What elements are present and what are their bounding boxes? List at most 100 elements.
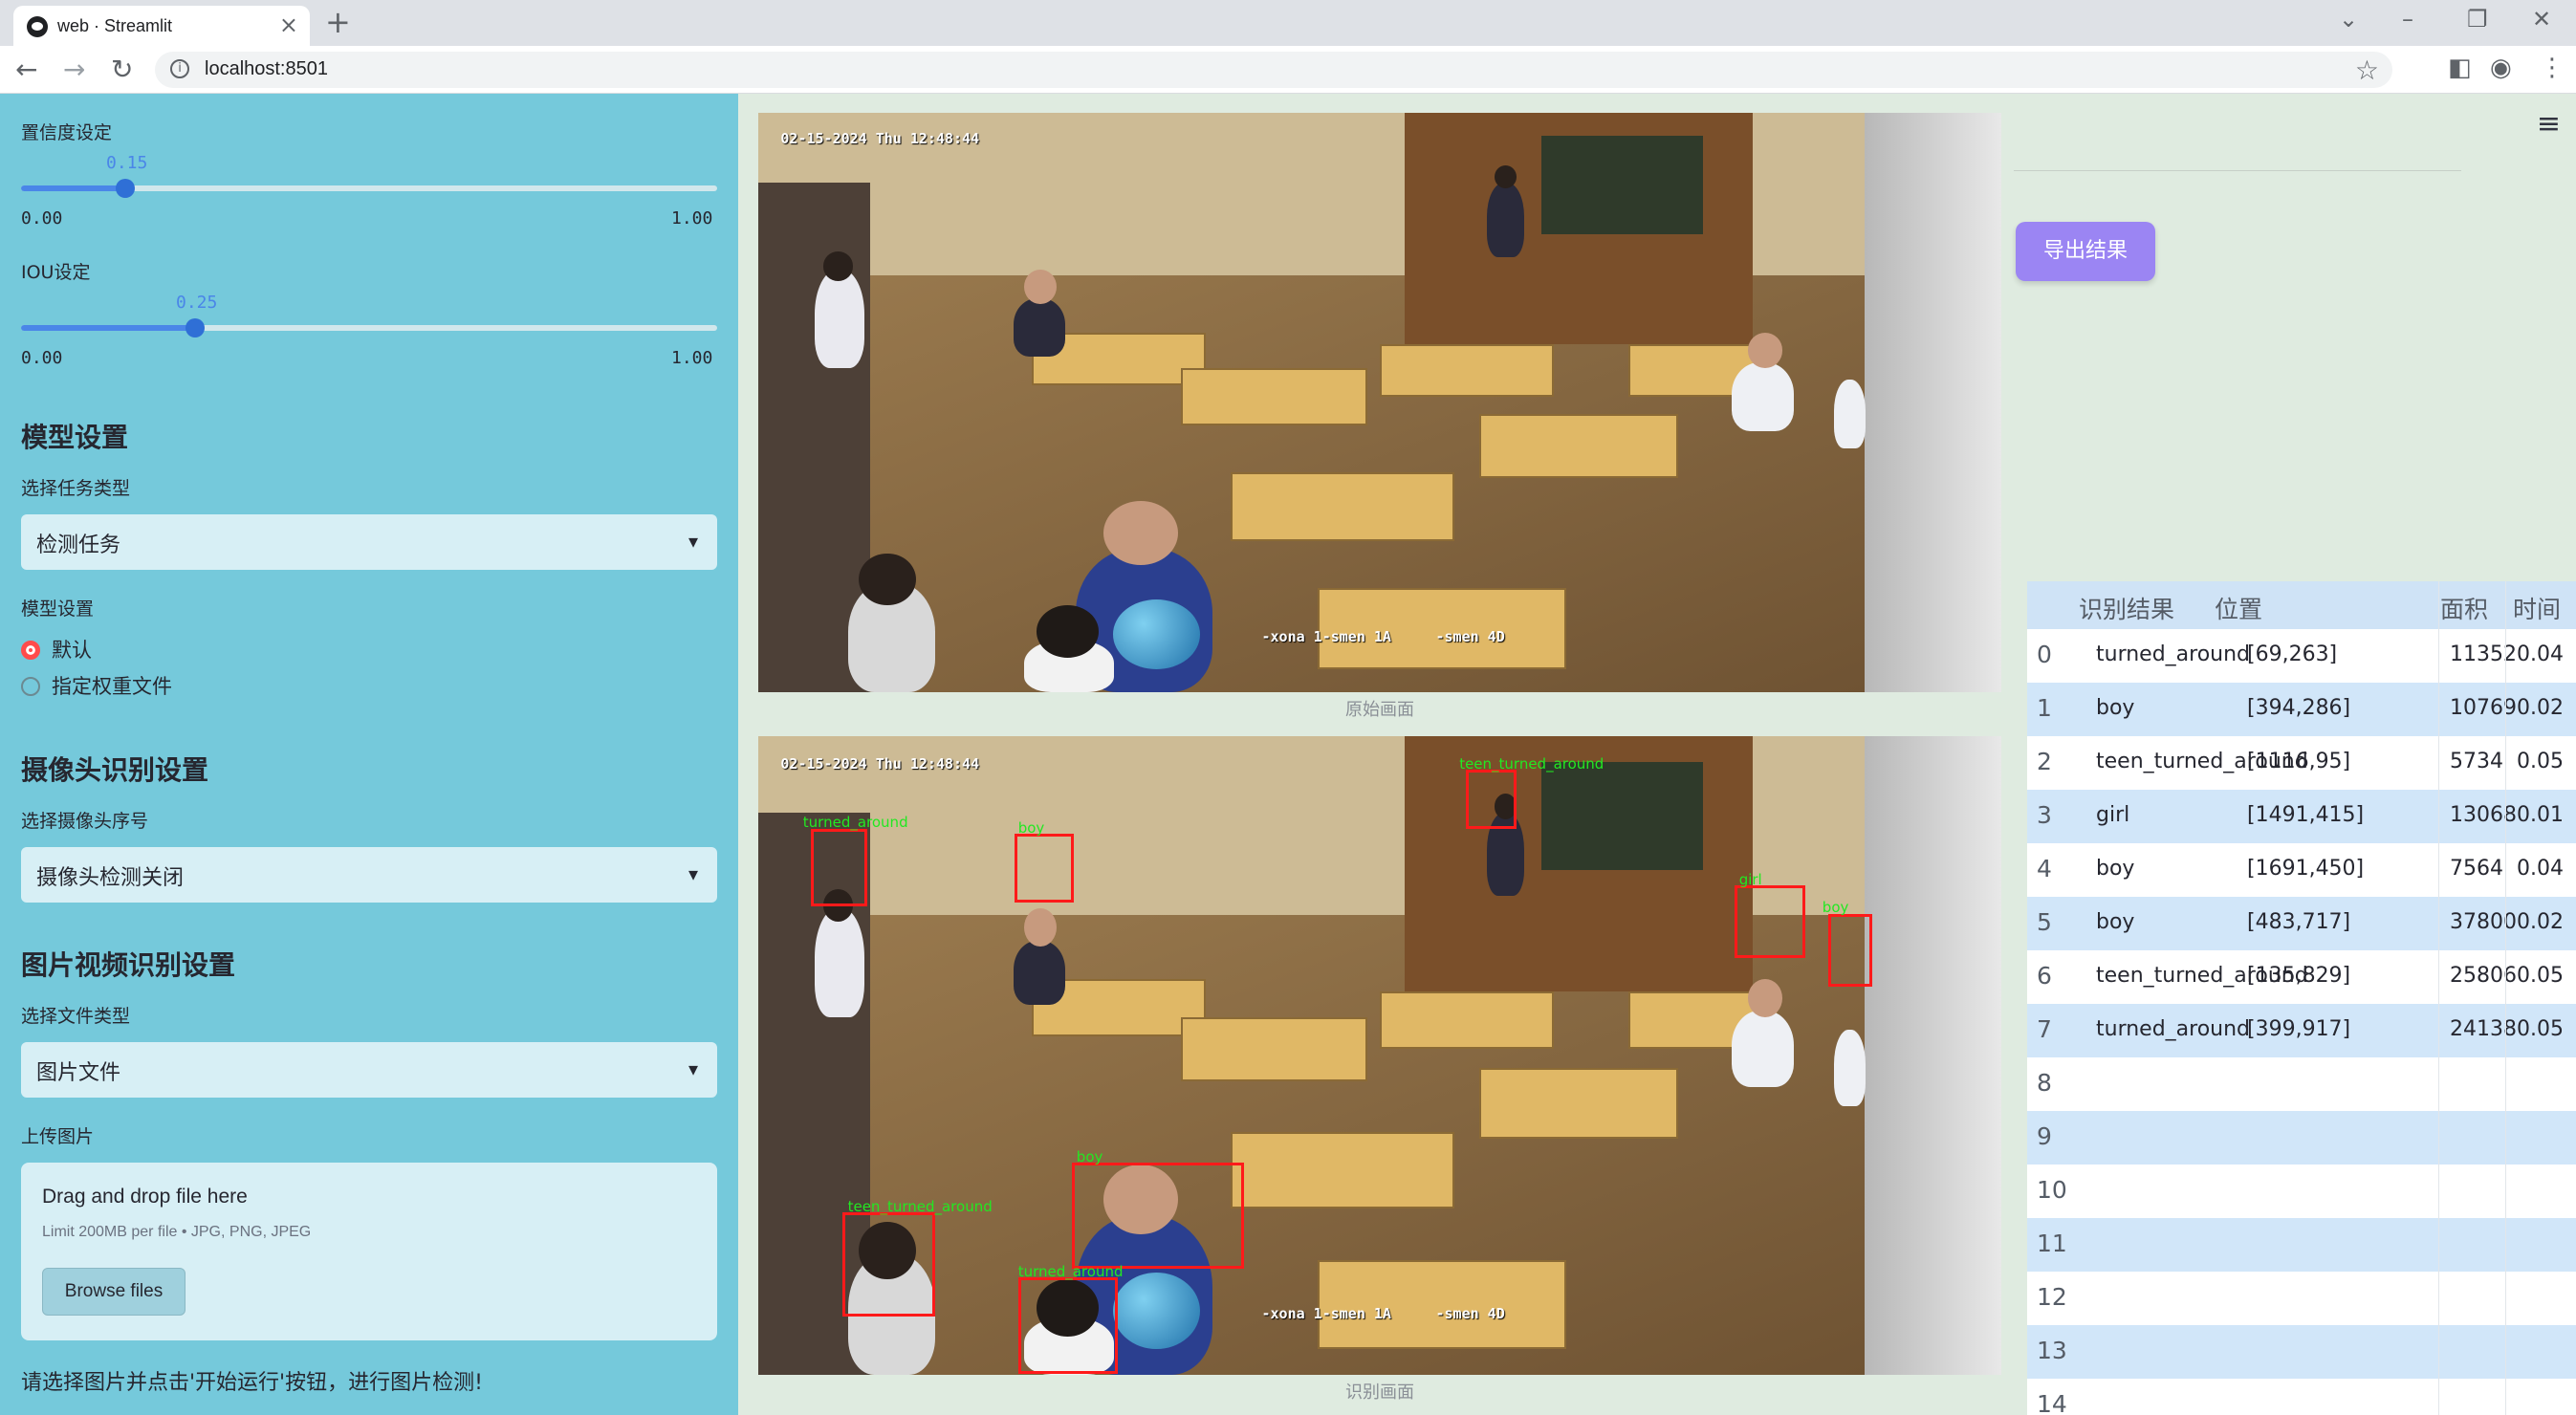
file-dropzone[interactable]: Drag and drop file here Limit 200MB per … [21, 1163, 717, 1340]
table-row[interactable]: 8 [2027, 1057, 2576, 1111]
detection-box [1734, 885, 1805, 958]
column-header[interactable]: 面积 [2440, 591, 2488, 625]
time-cell: 0.01 [2517, 803, 2564, 827]
time-cell: 0.05 [2517, 1017, 2564, 1041]
profile-icon[interactable]: ◉ [2490, 54, 2512, 82]
site-info-icon[interactable]: i [170, 59, 189, 78]
camera-settings-heading: 摄像头识别设置 [21, 754, 209, 786]
row-index: 13 [2037, 1337, 2067, 1364]
position-cell: [69,263] [2247, 642, 2338, 666]
camera-select[interactable]: 摄像头检测关闭 ▾ [21, 847, 717, 903]
browser-tab-bar: web · Streamlit × + ⌄ – ❐ ✕ [0, 0, 2576, 46]
original-image: 02-15-2024 Thu 12:48:44 -xona 1-smen 1A … [758, 113, 2001, 692]
position-cell: [1691,450] [2247, 857, 2365, 881]
time-cell: 0.04 [2517, 642, 2564, 666]
chevron-down-icon: ▾ [688, 530, 698, 553]
model-config-label: 模型设置 [21, 599, 95, 620]
new-tab-icon[interactable]: + [325, 4, 351, 40]
reload-icon[interactable]: ↻ [111, 54, 133, 85]
radio-unselected-icon [21, 677, 40, 696]
radio-custom-weights[interactable]: 指定权重文件 [21, 671, 172, 700]
table-row[interactable]: 0 turned_around [69,263] 11352 0.04 [2027, 629, 2576, 683]
forward-icon[interactable]: → [63, 54, 85, 85]
iou-slider[interactable] [21, 318, 717, 337]
column-header[interactable]: 位置 [2215, 591, 2262, 625]
table-row[interactable]: 14 [2027, 1379, 2576, 1415]
detection-label: teen_turned_around [1459, 755, 1605, 773]
row-index: 14 [2037, 1390, 2067, 1415]
time-cell: 0.02 [2517, 696, 2564, 720]
browser-menu-icon[interactable]: ⋮ [2540, 54, 2565, 82]
hamburger-menu-icon[interactable]: ≡ [2537, 107, 2561, 141]
table-row[interactable]: 6 teen_turned_around [135,829] 25806 0.05 [2027, 950, 2576, 1004]
result-cell: girl [2096, 803, 2130, 827]
divider [2014, 170, 2461, 171]
table-row[interactable]: 2 teen_turned_around [1116,95] 5734 0.05 [2027, 736, 2576, 790]
detection-box [810, 828, 868, 907]
position-cell: [1116,95] [2247, 750, 2351, 773]
close-window-icon[interactable]: ✕ [2532, 6, 2551, 33]
position-cell: [394,286] [2247, 696, 2351, 720]
area-cell: 24138 [2450, 1017, 2517, 1041]
restore-icon[interactable]: ❐ [2467, 6, 2488, 33]
row-index: 5 [2037, 908, 2052, 936]
column-header[interactable]: 时间 [2513, 591, 2561, 625]
row-index: 3 [2037, 801, 2052, 829]
minimize-icon[interactable]: – [2402, 6, 2413, 33]
back-icon[interactable]: ← [15, 54, 37, 85]
time-cell: 0.02 [2517, 910, 2564, 934]
row-index: 1 [2037, 694, 2052, 722]
iou-max: 1.00 [671, 348, 713, 368]
result-cell: boy [2096, 696, 2135, 720]
iou-min: 0.00 [21, 348, 63, 368]
row-index: 9 [2037, 1122, 2052, 1150]
detection-box [1014, 834, 1075, 903]
table-row[interactable]: 13 [2027, 1325, 2576, 1379]
result-image: 02-15-2024 Thu 12:48:44 -xona 1-smen 1A … [758, 736, 2001, 1375]
dropzone-title: Drag and drop file here [42, 1186, 248, 1208]
results-table[interactable]: 识别结果 位置 面积 时间 0 turned_around [69,263] 1135… [2027, 581, 2576, 1415]
tab-search-icon[interactable]: ⌄ [2339, 6, 2358, 33]
table-row[interactable]: 10 [2027, 1165, 2576, 1218]
iou-slider-thumb[interactable] [186, 318, 205, 337]
position-cell: [1491,415] [2247, 803, 2365, 827]
detection-box [1465, 769, 1517, 829]
table-row[interactable]: 3 girl [1491,415] 13068 0.01 [2027, 790, 2576, 843]
table-row[interactable]: 5 boy [483,717] 37800 0.02 [2027, 897, 2576, 950]
export-results-button[interactable]: 导出结果 [2016, 222, 2155, 281]
browse-files-button[interactable]: Browse files [42, 1268, 186, 1316]
omnibox[interactable]: i localhost:8501 ☆ [155, 52, 2392, 88]
confidence-max: 1.00 [671, 208, 713, 229]
url-text: localhost:8501 [205, 58, 328, 79]
sidebar: 置信度设定 0.15 0.00 1.00 IOU设定 0.25 0.00 1.0… [0, 94, 738, 1415]
iou-value: 0.25 [176, 293, 218, 313]
table-row[interactable]: 1 boy [394,286] 10769 0.02 [2027, 683, 2576, 736]
area-cell: 13068 [2450, 803, 2517, 827]
detection-box [1828, 913, 1872, 987]
file-type-select[interactable]: 图片文件 ▾ [21, 1042, 717, 1098]
detection-label: turned_around [802, 814, 908, 832]
tab-close-icon[interactable]: × [279, 11, 298, 38]
table-row[interactable]: 11 [2027, 1218, 2576, 1272]
table-row[interactable]: 7 turned_around [399,917] 24138 0.05 [2027, 1004, 2576, 1057]
camera-timestamp: 02-15-2024 Thu 12:48:44 [780, 755, 980, 773]
table-row[interactable]: 9 [2027, 1111, 2576, 1165]
bookmark-star-icon[interactable]: ☆ [2355, 54, 2379, 86]
table-row[interactable]: 4 boy [1691,450] 7564 0.04 [2027, 843, 2576, 897]
radio-default[interactable]: 默认 [21, 635, 92, 664]
column-header[interactable]: 识别结果 [2079, 591, 2174, 625]
side-panel-icon[interactable]: ◧ [2448, 54, 2472, 82]
browser-tab[interactable]: web · Streamlit × [13, 6, 310, 46]
confidence-min: 0.00 [21, 208, 63, 229]
iou-label: IOU设定 [21, 262, 91, 283]
row-index: 4 [2037, 855, 2052, 882]
row-index: 6 [2037, 962, 2052, 990]
confidence-slider[interactable] [21, 179, 717, 198]
row-index: 8 [2037, 1069, 2052, 1097]
iou-slider-fill [21, 325, 195, 331]
task-type-select[interactable]: 检测任务 ▾ [21, 514, 717, 570]
result-cell: boy [2096, 910, 2135, 934]
confidence-slider-thumb[interactable] [116, 179, 135, 198]
model-settings-heading: 模型设置 [21, 422, 129, 453]
table-row[interactable]: 12 [2027, 1272, 2576, 1325]
